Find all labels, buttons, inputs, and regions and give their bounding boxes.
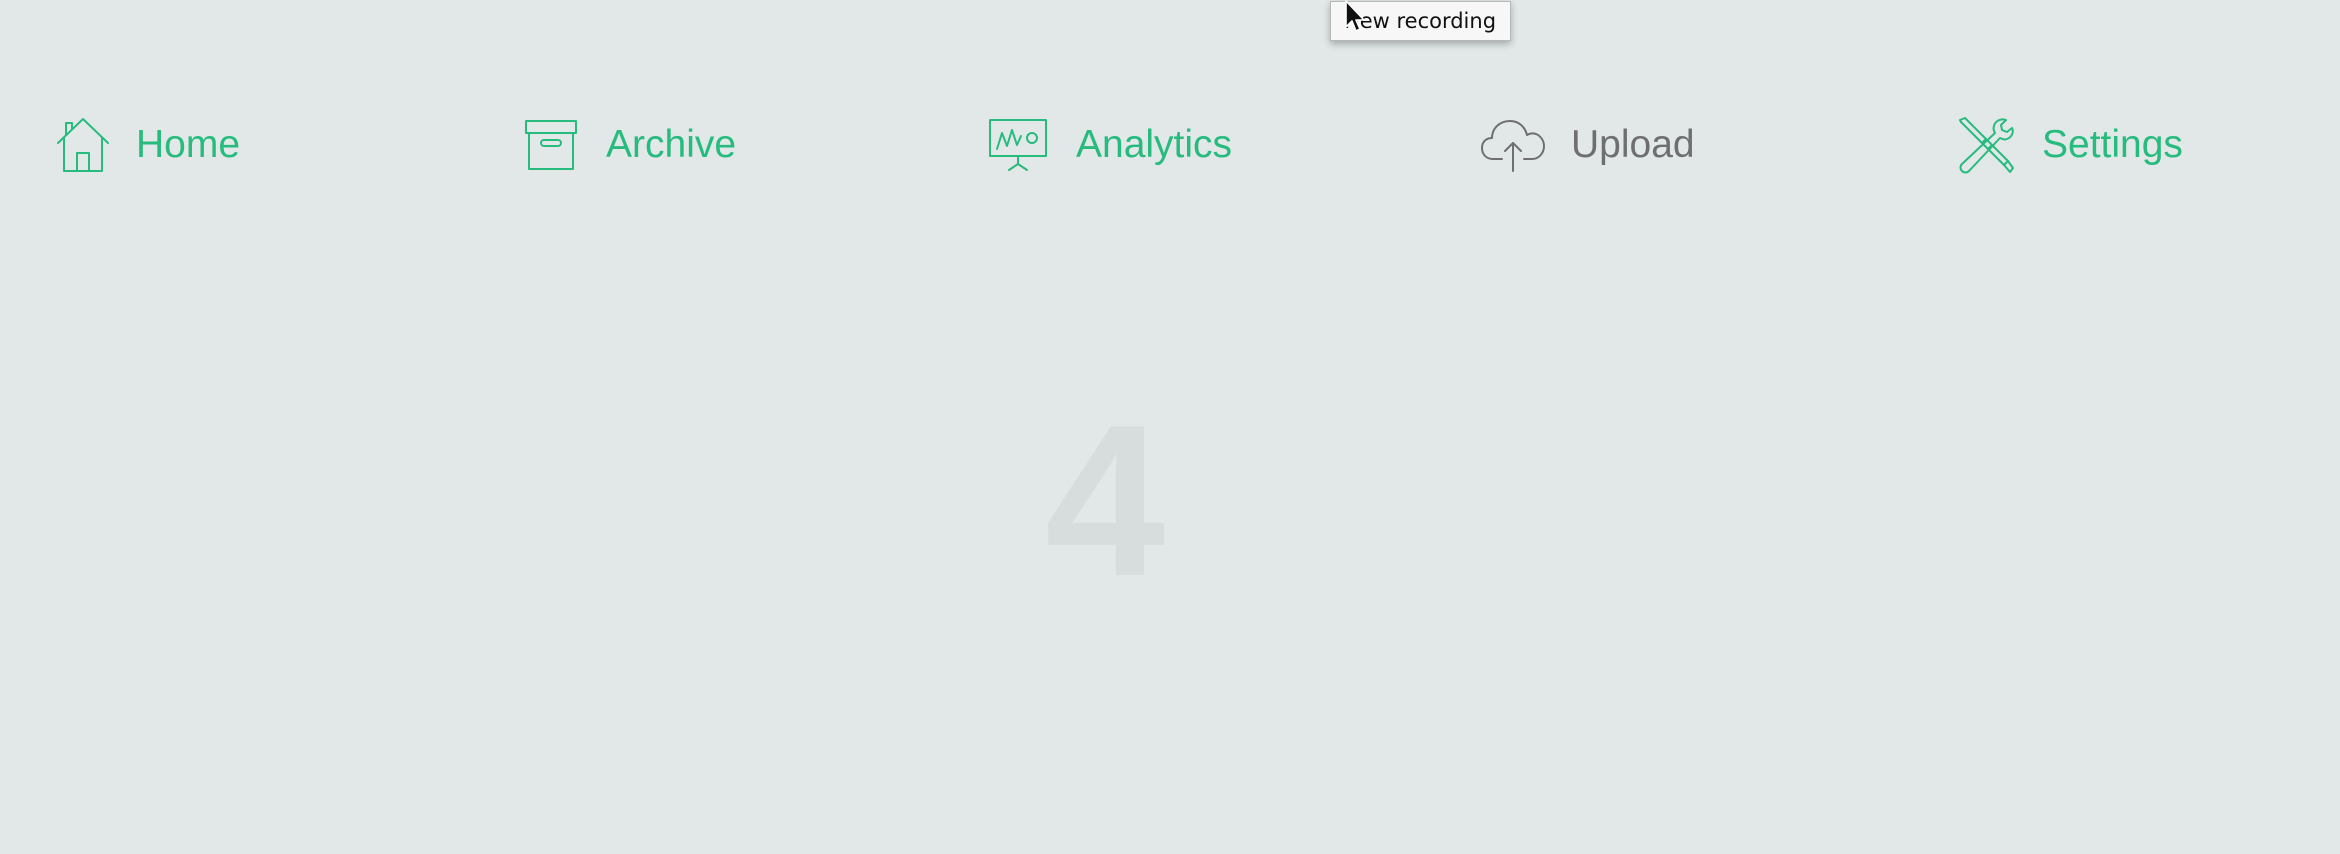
cloud-upload-icon	[1480, 117, 1546, 173]
main-nav-bar: Home Archive Analytics Upload Settings	[0, 110, 2340, 180]
nav-item-home[interactable]: Home	[55, 110, 240, 180]
nav-item-settings-label: Settings	[2042, 123, 2183, 166]
home-icon	[55, 116, 111, 174]
nav-item-archive-label: Archive	[606, 123, 737, 166]
page-number-watermark: 4	[1044, 379, 1166, 621]
nav-item-upload-label: Upload	[1571, 123, 1695, 166]
archive-box-icon	[524, 119, 578, 171]
nav-item-analytics-label: Analytics	[1076, 123, 1233, 166]
nav-item-archive[interactable]: Archive	[524, 110, 736, 180]
wrench-screwdriver-icon	[1956, 116, 2014, 174]
nav-item-upload[interactable]: Upload	[1480, 110, 1695, 180]
nav-item-home-label: Home	[136, 123, 241, 166]
presentation-chart-icon	[988, 118, 1048, 172]
mouse-cursor-icon	[1345, 0, 1365, 32]
nav-item-analytics[interactable]: Analytics	[988, 110, 1232, 180]
nav-item-settings[interactable]: Settings	[1956, 110, 2183, 180]
